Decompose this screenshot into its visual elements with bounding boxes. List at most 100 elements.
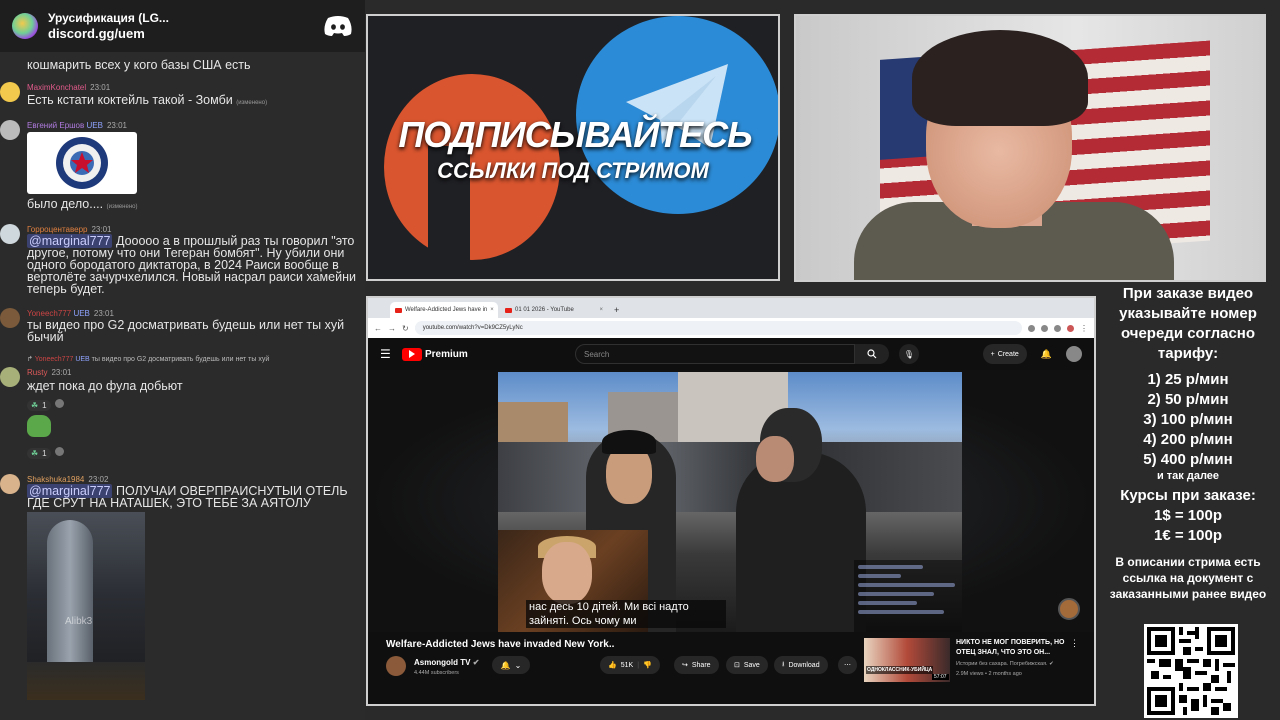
new-tab-button[interactable]: +	[614, 305, 619, 315]
youtube-favicon-icon	[395, 307, 402, 313]
order-intro: При заказе видео указывайте номер очеред…	[1119, 285, 1257, 362]
cia-seal-icon	[56, 137, 108, 189]
links-below-caption: ССЫЛКИ ПОД СТРИМОМ	[437, 158, 709, 183]
avatar[interactable]	[0, 308, 20, 328]
video-frame	[498, 372, 962, 632]
tiers-continue: и так далее	[1156, 470, 1220, 482]
subscription-bell-button[interactable]: 🔔 ⌄	[492, 656, 530, 674]
username[interactable]: Евгений Ершов	[27, 121, 84, 130]
channel-name[interactable]: Asmongold TV ✔	[414, 658, 479, 667]
forward-icon[interactable]: →	[388, 324, 396, 333]
tier-list: 1) 25 р/мин 2) 50 р/мин 3) 100 р/мин 4) …	[1096, 370, 1280, 470]
close-tab-icon[interactable]: ×	[599, 307, 603, 313]
plus-icon: +	[990, 350, 995, 358]
video-player[interactable]: нас десь 10 дітей. Ми всі надто зайняті.…	[368, 370, 1094, 632]
avatar[interactable]	[0, 474, 20, 494]
timestamp: 23:01	[91, 225, 112, 234]
tab-youtube-2026[interactable]: 01 01 2026 - YouTube ×	[500, 302, 608, 318]
username[interactable]: Rusty	[27, 368, 47, 377]
avatar[interactable]	[0, 120, 20, 140]
save-button[interactable]: ⊡ Save	[726, 656, 768, 674]
voice-search-button[interactable]: 🎙	[899, 344, 919, 364]
message-text: ты видео про G2 досматривать будешь или …	[27, 318, 345, 344]
timestamp: 23:01	[106, 121, 127, 130]
timestamp: 23:02	[88, 475, 109, 484]
subscriber-count: 4.44M subscribers	[414, 670, 459, 676]
tab-bar: Welfare-Addicted Jews have in × 01 01 20…	[368, 298, 1094, 318]
username[interactable]: Yoneech777	[27, 309, 71, 318]
chevron-down-icon: ⌄	[514, 660, 522, 670]
video-subtitles: нас десь 10 дітей. Ми всі надто зайняті.…	[526, 600, 726, 628]
rate-eur: 1€ = 100р	[1154, 527, 1222, 544]
extension-icon[interactable]	[1054, 324, 1061, 332]
avatar[interactable]	[0, 367, 20, 387]
like-button[interactable]: 👍 51K | 👎	[600, 656, 660, 674]
create-button[interactable]: + Create	[982, 344, 1027, 364]
channel-watermark[interactable]	[1058, 598, 1080, 620]
youtube-brand[interactable]: Premium	[425, 349, 575, 360]
streamer-webcam	[794, 14, 1266, 282]
discord-chat-overlay: Урусификация (LG... discord.gg/uem кошма…	[0, 0, 365, 720]
address-bar: ← → ↻ youtube.com/watch?v=Dk9CZ5yLyNc ⋮	[368, 318, 1094, 338]
thumbs-down-icon[interactable]: 👎	[643, 661, 652, 669]
reaction-pill[interactable]: ☘ 1	[27, 448, 51, 459]
close-tab-icon[interactable]: ×	[490, 307, 494, 313]
cia-seal-image[interactable]	[27, 132, 137, 194]
channel-avatar[interactable]	[386, 656, 406, 676]
extension-icon[interactable]	[1041, 324, 1048, 332]
tab-welfare-video[interactable]: Welfare-Addicted Jews have in ×	[390, 302, 498, 318]
username[interactable]: Shakshuka1984	[27, 475, 84, 484]
discord-logo-icon	[324, 16, 352, 36]
related-title[interactable]: НИКТО НЕ МОГ ПОВЕРИТЬ, НО ОТЕЦ ЗНАЛ, ЧТО…	[956, 638, 1066, 658]
embedded-chat	[854, 560, 962, 632]
search-icon	[867, 349, 877, 359]
avatar[interactable]	[0, 82, 20, 102]
add-reaction-icon[interactable]	[55, 447, 65, 456]
related-menu-icon[interactable]: ⋮	[1070, 638, 1079, 649]
more-icon: ⋯	[844, 662, 851, 669]
username[interactable]: MaximKonchatel	[27, 83, 86, 92]
related-channel[interactable]: Истории без сахара. Погребижская. ✔	[956, 661, 1076, 667]
tier-1: 1) 25 р/мин	[1147, 371, 1229, 388]
qr-code[interactable]	[1144, 624, 1238, 718]
server-icon	[12, 13, 38, 39]
description-note: В описании стрима есть ссылка на докумен…	[1109, 555, 1267, 601]
avatar[interactable]	[0, 224, 20, 244]
menu-icon[interactable]: ☰	[380, 347, 402, 361]
search-input[interactable]: Search	[575, 344, 855, 364]
mic-icon: 🎙	[903, 349, 915, 359]
rate-usd: 1$ = 100р	[1154, 507, 1222, 524]
browser-menu-icon[interactable]: ⋮	[1080, 324, 1088, 333]
photo-watermark: Alibk3	[65, 616, 93, 627]
extension-icon[interactable]	[1028, 324, 1035, 332]
related-meta: 2.9M views • 2 months ago	[956, 671, 1022, 677]
reaction-pill[interactable]: ☘ 1	[27, 400, 51, 411]
download-button[interactable]: ⭳ Download	[774, 656, 828, 674]
back-icon[interactable]: ←	[374, 324, 382, 333]
hotel-photo[interactable]: Alibk3	[27, 512, 145, 700]
username[interactable]: Горроцентаверр	[27, 225, 87, 234]
account-avatar[interactable]	[1066, 346, 1082, 362]
reload-icon[interactable]: ↻	[402, 324, 409, 333]
share-button[interactable]: ↪ Share	[674, 656, 719, 674]
timestamp: 23:01	[90, 83, 111, 92]
city-lights	[27, 662, 145, 700]
video-title: Welfare-Addicted Jews have invaded New Y…	[386, 639, 615, 650]
notifications-icon[interactable]: 🔔	[1041, 349, 1052, 360]
tier-5: 5) 400 р/мин	[1143, 451, 1233, 468]
search-button[interactable]	[855, 344, 889, 364]
download-icon: ⭳	[782, 660, 785, 668]
related-video[interactable]: ОДНОКЛАССНИК-УБИЙЦА 57:07 НИКТО НЕ МОГ П…	[864, 638, 1094, 690]
discord-server-banner[interactable]: Урусификация (LG... discord.gg/uem	[0, 0, 365, 52]
subscribe-headline: ПОДПИСЫВАЙТЕСЬ	[398, 114, 752, 155]
youtube-logo-icon[interactable]	[402, 347, 422, 361]
url-field[interactable]: youtube.com/watch?v=Dk9CZ5yLyNc	[414, 321, 1022, 335]
reply-preview[interactable]: ↱ Yoneech777 UEB ты видео про G2 досматр…	[27, 355, 269, 363]
invite-link[interactable]: discord.gg/uem	[48, 26, 313, 42]
edited-tag: (изменено)	[236, 100, 268, 106]
video-duration: 57:07	[932, 674, 949, 680]
profile-icon[interactable]	[1067, 324, 1074, 332]
more-actions-button[interactable]: ⋯	[838, 656, 857, 674]
bookmark-icon: ⊡	[734, 662, 740, 669]
add-reaction-icon[interactable]	[55, 399, 65, 408]
